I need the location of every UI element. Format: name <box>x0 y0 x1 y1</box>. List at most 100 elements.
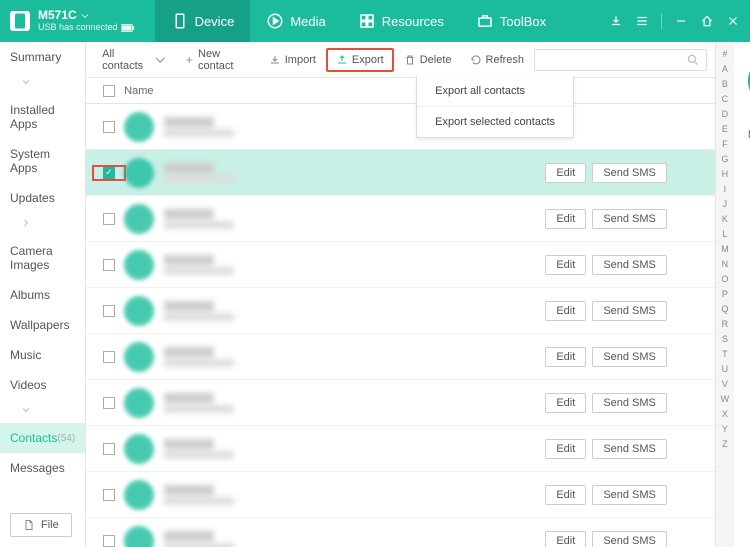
table-row[interactable]: Edit Send SMS <box>86 472 715 518</box>
row-checkbox[interactable] <box>94 259 124 271</box>
row-checkbox[interactable] <box>94 305 124 317</box>
alpha-P[interactable]: P <box>722 286 728 301</box>
row-checkbox[interactable] <box>94 351 124 363</box>
alpha-S[interactable]: S <box>722 331 728 346</box>
alpha-#[interactable]: # <box>722 46 727 61</box>
edit-button[interactable]: Edit <box>545 485 586 505</box>
table-row[interactable]: Edit Send SMS <box>86 518 715 547</box>
alpha-F[interactable]: F <box>722 136 728 151</box>
sidebar-item-albums[interactable]: Albums <box>0 280 85 310</box>
menu-icon[interactable] <box>635 14 649 28</box>
alpha-D[interactable]: D <box>722 106 729 121</box>
table-row[interactable]: Edit Send SMS <box>86 150 715 196</box>
sidebar-item-music[interactable]: Music <box>0 340 85 370</box>
minimize-icon[interactable] <box>674 14 688 28</box>
sidebar-expand-apps[interactable] <box>0 72 85 95</box>
edit-button[interactable]: Edit <box>545 209 586 229</box>
alpha-T[interactable]: T <box>722 346 728 361</box>
alpha-index[interactable]: #ABCDEFGHIJKLMNOPQRSTUVWXYZ <box>716 42 734 547</box>
alpha-K[interactable]: K <box>722 211 728 226</box>
row-checkbox[interactable] <box>94 167 124 179</box>
table-row[interactable]: Edit Send SMS <box>86 288 715 334</box>
sidebar-item-wallpapers[interactable]: Wallpapers <box>0 310 85 340</box>
home-icon[interactable] <box>700 14 714 28</box>
edit-button[interactable]: Edit <box>545 393 586 413</box>
alpha-M[interactable]: M <box>721 241 729 256</box>
device-info[interactable]: M571C USB has connected <box>0 9 145 32</box>
row-checkbox[interactable] <box>94 443 124 455</box>
select-all-checkbox[interactable] <box>94 85 124 97</box>
close-icon[interactable] <box>726 14 740 28</box>
alpha-V[interactable]: V <box>722 376 728 391</box>
alpha-L[interactable]: L <box>722 226 727 241</box>
table-row[interactable]: Edit Send SMS <box>86 334 715 380</box>
delete-button[interactable]: Delete <box>396 50 460 70</box>
file-button[interactable]: File <box>10 513 72 537</box>
import-button[interactable]: Import <box>261 50 324 70</box>
sidebar-expand-images[interactable] <box>0 213 85 236</box>
alpha-U[interactable]: U <box>722 361 729 376</box>
send-sms-button[interactable]: Send SMS <box>592 531 667 547</box>
edit-button[interactable]: Edit <box>545 163 586 183</box>
export-selected-option[interactable]: Export selected contacts <box>417 107 573 137</box>
sidebar-item-summary[interactable]: Summary <box>0 42 85 72</box>
export-all-option[interactable]: Export all contacts <box>417 76 573 107</box>
all-contacts-dropdown[interactable]: All contacts <box>94 44 173 76</box>
alpha-N[interactable]: N <box>722 256 729 271</box>
new-contact-button[interactable]: New contact <box>176 44 259 76</box>
alpha-E[interactable]: E <box>722 121 728 136</box>
table-row[interactable]: Edit Send SMS <box>86 196 715 242</box>
alpha-H[interactable]: H <box>722 166 729 181</box>
sidebar-item-camera-images[interactable]: Camera Images <box>0 236 85 280</box>
tab-device[interactable]: Device <box>155 0 251 42</box>
edit-button[interactable]: Edit <box>545 439 586 459</box>
sidebar-item-contacts[interactable]: Contacts(54) <box>0 423 85 453</box>
alpha-A[interactable]: A <box>722 61 728 76</box>
alpha-X[interactable]: X <box>722 406 728 421</box>
alpha-G[interactable]: G <box>721 151 728 166</box>
send-sms-button[interactable]: Send SMS <box>592 209 667 229</box>
row-checkbox[interactable] <box>94 489 124 501</box>
sidebar-item-videos[interactable]: Videos <box>0 370 85 400</box>
sidebar-item-updates[interactable]: Updates <box>0 183 85 213</box>
send-sms-button[interactable]: Send SMS <box>592 439 667 459</box>
row-checkbox[interactable] <box>94 535 124 547</box>
export-button[interactable]: Export <box>326 48 394 72</box>
row-checkbox[interactable] <box>94 397 124 409</box>
sidebar-item-messages[interactable]: Messages <box>0 453 85 483</box>
alpha-I[interactable]: I <box>724 181 727 196</box>
row-checkbox[interactable] <box>94 213 124 225</box>
send-sms-button[interactable]: Send SMS <box>592 393 667 413</box>
tab-resources[interactable]: Resources <box>342 0 460 42</box>
alpha-Q[interactable]: Q <box>721 301 728 316</box>
send-sms-button[interactable]: Send SMS <box>592 163 667 183</box>
edit-button[interactable]: Edit <box>545 531 586 547</box>
edit-button[interactable]: Edit <box>545 301 586 321</box>
send-sms-button[interactable]: Send SMS <box>592 255 667 275</box>
alpha-J[interactable]: J <box>723 196 728 211</box>
search-box[interactable] <box>534 49 707 71</box>
sidebar-item-system-apps[interactable]: System Apps <box>0 139 85 183</box>
sidebar-expand-contacts[interactable] <box>0 400 85 423</box>
table-row[interactable]: Edit Send SMS <box>86 242 715 288</box>
send-sms-button[interactable]: Send SMS <box>592 301 667 321</box>
edit-button[interactable]: Edit <box>545 347 586 367</box>
table-row[interactable] <box>86 104 715 150</box>
alpha-R[interactable]: R <box>722 316 729 331</box>
tab-media[interactable]: Media <box>250 0 341 42</box>
table-row[interactable]: Edit Send SMS <box>86 426 715 472</box>
send-sms-button[interactable]: Send SMS <box>592 347 667 367</box>
alpha-C[interactable]: C <box>722 91 729 106</box>
refresh-button[interactable]: Refresh <box>462 50 533 70</box>
table-row[interactable]: Edit Send SMS <box>86 380 715 426</box>
search-input[interactable] <box>541 54 686 66</box>
alpha-B[interactable]: B <box>722 76 728 91</box>
download-icon[interactable] <box>609 14 623 28</box>
row-checkbox[interactable] <box>94 121 124 133</box>
alpha-Z[interactable]: Z <box>722 436 728 451</box>
alpha-Y[interactable]: Y <box>722 421 728 436</box>
send-sms-button[interactable]: Send SMS <box>592 485 667 505</box>
sidebar-item-installed-apps[interactable]: Installed Apps <box>0 95 85 139</box>
edit-button[interactable]: Edit <box>545 255 586 275</box>
alpha-W[interactable]: W <box>721 391 730 406</box>
